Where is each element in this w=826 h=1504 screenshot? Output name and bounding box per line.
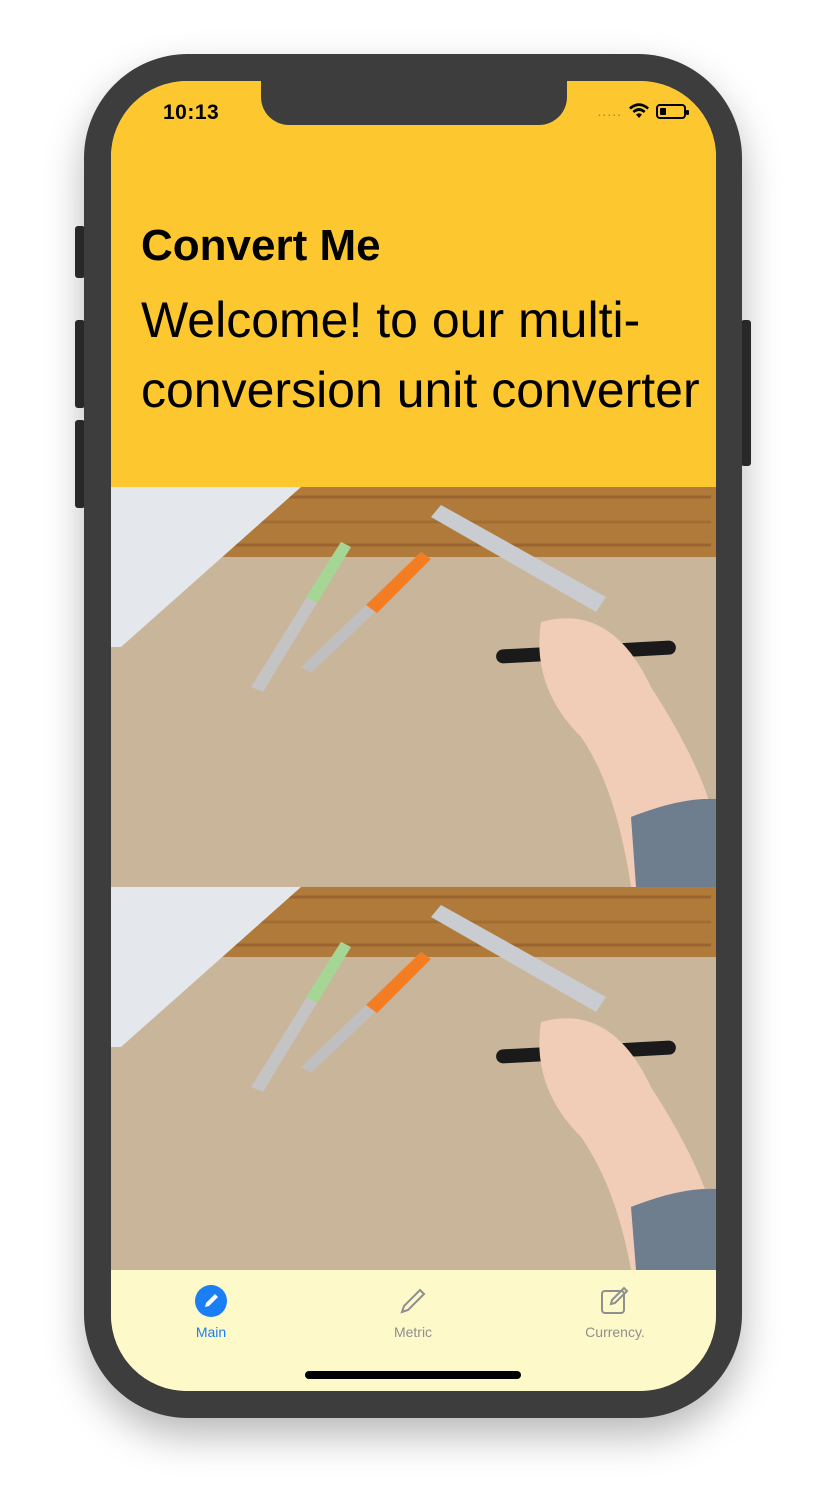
notch — [261, 81, 567, 125]
signal-icon: ..... — [597, 103, 622, 119]
pencil-circle-icon — [195, 1285, 227, 1317]
status-time: 10:13 — [163, 101, 220, 124]
home-indicator[interactable] — [305, 1371, 521, 1379]
markers-photo-illustration — [111, 887, 716, 1270]
tab-label: Main — [195, 1324, 227, 1340]
tab-currency[interactable]: Currency. — [545, 1284, 685, 1340]
hero-photo — [111, 487, 716, 887]
header: 10:13 ..... Convert Me Welcome! to our m… — [111, 81, 716, 487]
app-title: Convert Me — [141, 221, 381, 270]
hero-photo-repeat — [111, 887, 716, 1270]
phone-screen: 10:13 ..... Convert Me Welcome! to our m… — [111, 81, 716, 1391]
welcome-message: Welcome! to our multi-conversion unit co… — [141, 292, 700, 418]
tab-label: Metric — [393, 1324, 433, 1340]
square-pencil-icon — [601, 1286, 629, 1314]
power-button — [741, 320, 751, 466]
pencil-icon — [400, 1288, 426, 1314]
wifi-icon — [629, 103, 649, 118]
markers-photo-illustration — [111, 487, 716, 887]
tab-metric[interactable]: Metric — [343, 1284, 483, 1340]
status-indicators: ..... — [597, 102, 689, 120]
tab-main[interactable]: Main — [141, 1284, 281, 1340]
battery-icon — [656, 103, 689, 119]
tab-label: Currency. — [585, 1324, 645, 1340]
